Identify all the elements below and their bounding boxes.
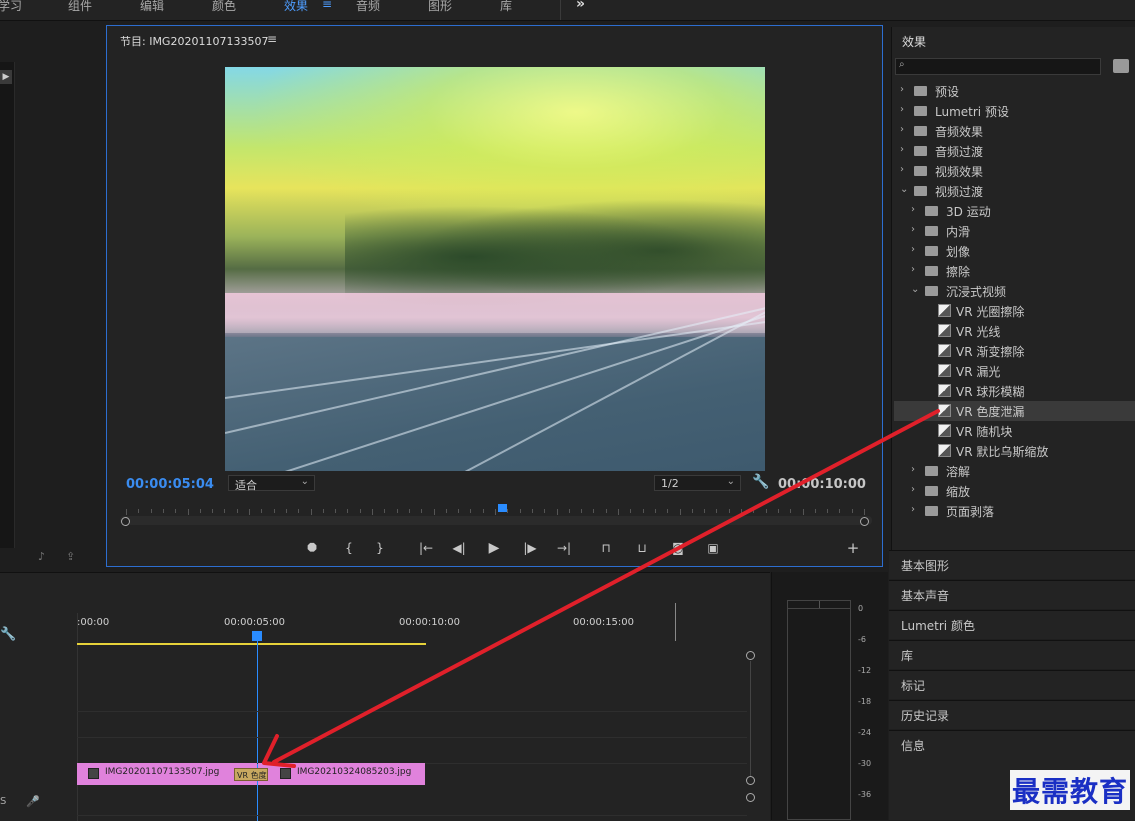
watermark-logo: 最需教育 (1010, 770, 1131, 810)
drag-arrow-annotation (262, 409, 940, 768)
